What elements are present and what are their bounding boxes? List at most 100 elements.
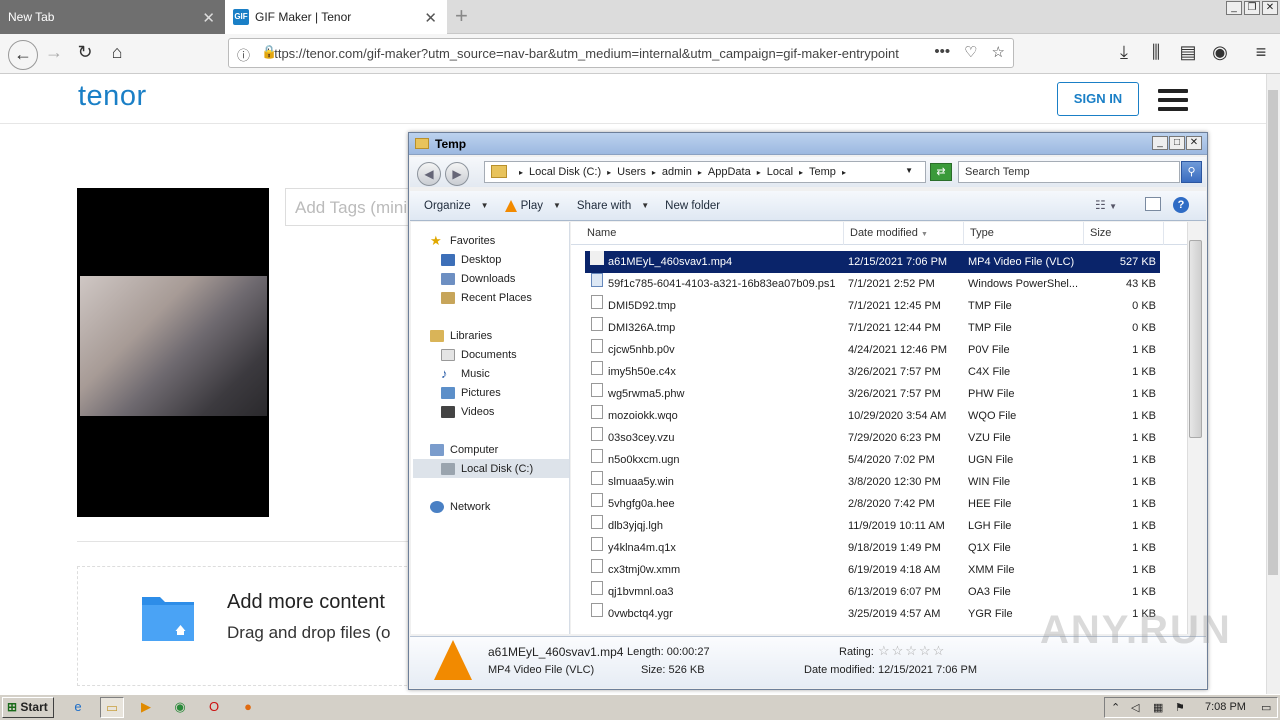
tenor-logo[interactable]: tenor — [78, 80, 147, 113]
refresh-icon[interactable]: ⇄ — [930, 163, 952, 181]
file-row[interactable]: 03so3cey.vzu 7/29/2020 6:23 PM VZU File 1 K… — [585, 427, 1160, 449]
column-size[interactable]: Size — [1084, 222, 1164, 245]
network-tray-icon[interactable]: ▦ — [1153, 701, 1163, 714]
nav-computer[interactable]: Computer — [430, 440, 588, 459]
forward-icon[interactable]: ▶ — [445, 162, 469, 186]
firefox-icon[interactable]: ● — [236, 697, 260, 718]
library-icon[interactable]: ⫼ — [1144, 42, 1168, 63]
file-row[interactable]: 59f1c785-6041-4103-a321-16b83ea07b09.ps1… — [585, 273, 1160, 295]
volume-icon[interactable]: ◁ — [1131, 701, 1139, 714]
search-input[interactable]: Search Temp — [958, 161, 1180, 183]
nav-label: Music — [461, 367, 490, 380]
file-row[interactable]: wg5rwma5.phw 3/26/2021 7:57 PM PHW File 1 K… — [585, 383, 1160, 405]
chrome-icon[interactable]: ◉ — [168, 697, 192, 718]
file-row[interactable]: slmuaa5y.win 3/8/2020 12:30 PM WIN File 1 K… — [585, 471, 1160, 493]
chevron-down-icon[interactable]: ▼ — [905, 166, 913, 175]
back-icon[interactable]: ← — [8, 40, 38, 70]
view-options-icon[interactable]: ☷ ▼ — [1095, 198, 1117, 212]
breadcrumb-item[interactable]: Local — [767, 166, 793, 178]
file-row[interactable]: DMI326A.tmp 7/1/2021 12:44 PM TMP File 0 KB — [585, 317, 1160, 339]
sidebar-icon[interactable]: ▤ — [1176, 42, 1200, 63]
restore-icon[interactable]: ❐ — [1244, 1, 1260, 15]
forward-icon[interactable]: → — [42, 42, 66, 63]
close-icon[interactable]: ✕ — [424, 9, 437, 27]
reload-icon[interactable]: ↻ — [73, 42, 97, 63]
home-icon[interactable]: ⌂ — [105, 42, 129, 63]
explorer-taskbar-icon[interactable]: ▭ — [100, 697, 124, 718]
breadcrumb-item[interactable]: Temp — [809, 166, 836, 178]
info-icon[interactable]: ⓘ — [237, 45, 250, 64]
help-icon[interactable]: ? — [1173, 197, 1189, 213]
close-icon[interactable]: ✕ — [1186, 136, 1202, 150]
account-icon[interactable]: ◉ — [1208, 42, 1232, 63]
file-row[interactable]: y4klna4m.q1x 9/18/2019 1:49 PM Q1X File 1 K… — [585, 537, 1160, 559]
bookmark-star-icon[interactable]: ☆ — [992, 43, 1005, 61]
ie-icon[interactable]: e — [66, 697, 90, 718]
breadcrumb[interactable]: ▸ Local Disk (C:) ▸ Users ▸ admin ▸ AppD… — [484, 161, 926, 183]
sign-in-button[interactable]: SIGN IN — [1057, 82, 1139, 116]
maximize-icon[interactable]: □ — [1169, 136, 1185, 150]
page-scrollbar-thumb[interactable] — [1268, 90, 1278, 575]
downloads-icon[interactable]: ⤓ — [1112, 42, 1136, 63]
new-folder-button[interactable]: New folder — [665, 200, 720, 212]
nav-network[interactable]: Network — [430, 497, 588, 516]
file-size: 0 KB — [1132, 300, 1156, 312]
file-row[interactable]: imy5h50e.c4x 3/26/2021 7:57 PM C4X File 1 K… — [585, 361, 1160, 383]
file-date: 12/15/2021 7:06 PM — [848, 256, 948, 268]
more-actions-icon[interactable]: ••• — [934, 43, 950, 61]
file-list-scrollbar-thumb[interactable] — [1189, 240, 1202, 438]
breadcrumb-item[interactable]: Local Disk (C:) — [529, 166, 601, 178]
file-row[interactable]: 5vhgfg0a.hee 2/8/2020 7:42 PM HEE File 1 KB — [585, 493, 1160, 515]
preview-pane-icon[interactable] — [1145, 197, 1161, 211]
file-date: 7/1/2021 12:44 PM — [848, 322, 941, 334]
url-bar[interactable]: ⓘ 🔒 https://tenor.com/gif-maker?utm_sour… — [228, 38, 1014, 68]
tray-expand-icon[interactable]: ⌃ — [1111, 701, 1120, 714]
breadcrumb-item[interactable]: AppData — [708, 166, 751, 178]
close-icon[interactable]: ✕ — [1262, 1, 1278, 15]
pocket-icon[interactable]: ♡ — [964, 43, 977, 61]
opera-icon[interactable]: O — [202, 697, 226, 718]
column-date-modified[interactable]: Date modified ▼ — [844, 222, 964, 245]
file-row[interactable]: DMI5D92.tmp 7/1/2021 12:45 PM TMP File 0 KB — [585, 295, 1160, 317]
file-row[interactable]: cx3tmj0w.xmm 6/19/2019 4:18 AM XMM File 1 K… — [585, 559, 1160, 581]
url-text[interactable]: https://tenor.com/gif-maker?utm_source=n… — [267, 46, 907, 61]
new-tab-icon[interactable]: + — [455, 3, 468, 29]
flag-icon[interactable]: ⚑ — [1175, 701, 1185, 714]
tab-gif-maker[interactable]: GIF GIF Maker | Tenor ✕ — [225, 0, 447, 34]
column-type[interactable]: Type — [964, 222, 1084, 245]
close-icon[interactable]: ✕ — [202, 9, 215, 27]
minimize-icon[interactable]: _ — [1152, 136, 1168, 150]
minimize-icon[interactable]: _ — [1226, 1, 1242, 15]
rating-stars[interactable]: ☆☆☆☆☆ — [878, 643, 946, 659]
clock[interactable]: 7:08 PM — [1205, 701, 1246, 713]
file-row[interactable]: a61MEyL_460svav1.mp4 12/15/2021 7:06 PM MP… — [585, 251, 1160, 273]
file-date: 6/13/2019 6:07 PM — [848, 586, 941, 598]
nav-favorites[interactable]: ★ Favorites — [430, 231, 588, 250]
menu-icon[interactable]: ≡ — [1249, 42, 1273, 63]
hamburger-menu-icon[interactable] — [1158, 89, 1188, 116]
nav-local-disk[interactable]: Local Disk (C:) — [413, 459, 569, 478]
explorer-title-bar[interactable]: Temp — [409, 133, 1207, 155]
file-row[interactable]: n5o0kxcm.ugn 5/4/2020 7:02 PM UGN File 1 KB — [585, 449, 1160, 471]
back-icon[interactable]: ◀ — [417, 162, 441, 186]
search-icon[interactable]: ⚲ — [1181, 161, 1202, 183]
play-button[interactable]: Play ▼ — [504, 199, 561, 212]
column-name[interactable]: Name — [581, 222, 844, 245]
file-row[interactable]: dlb3yjqj.lgh 11/9/2019 10:11 AM LGH File 1 … — [585, 515, 1160, 537]
file-row[interactable]: qj1bvmnl.oa3 6/13/2019 6:07 PM OA3 File 1 K… — [585, 581, 1160, 603]
breadcrumb-item[interactable]: admin — [662, 166, 692, 178]
file-size: 1 KB — [1132, 476, 1156, 488]
breadcrumb-item[interactable]: Users — [617, 166, 646, 178]
column-header: Name Date modified ▼ Type Size — [571, 222, 1187, 245]
show-desktop-icon[interactable]: ▭ — [1261, 701, 1271, 714]
file-size: 1 KB — [1132, 586, 1156, 598]
tab-new-tab[interactable]: New Tab ✕ — [0, 0, 225, 34]
tags-input[interactable]: Add Tags (mini — [285, 188, 415, 226]
file-row[interactable]: mozoiokk.wqo 10/29/2020 3:54 AM WQO File 1 … — [585, 405, 1160, 427]
share-with-button[interactable]: Share with ▼ — [577, 200, 649, 212]
media-player-icon[interactable]: ▶ — [134, 697, 158, 718]
start-button[interactable]: ⊞ Start — [2, 697, 54, 718]
organize-button[interactable]: Organize ▼ — [424, 200, 489, 212]
file-row[interactable]: cjcw5nhb.p0v 4/24/2021 12:46 PM P0V File 1 … — [585, 339, 1160, 361]
nav-libraries[interactable]: Libraries — [430, 326, 588, 345]
